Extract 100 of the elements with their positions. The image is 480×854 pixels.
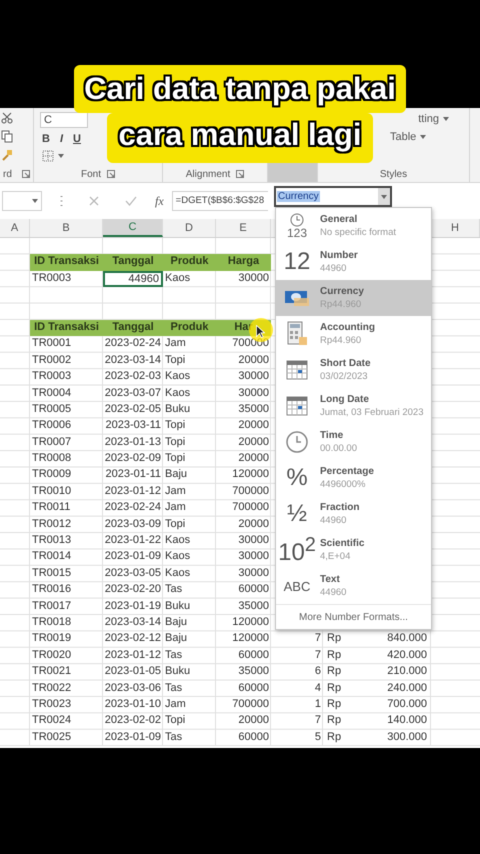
table-cell-text: 700000: [231, 696, 270, 712]
table-cell-text: 20000: [237, 516, 270, 532]
table-cell[interactable]: 2023-03-14: [103, 614, 163, 632]
format-glyph: 123: [286, 227, 308, 239]
table-cell-text: TR0023: [31, 696, 72, 712]
table-cell-text: TR0006: [31, 418, 72, 434]
table-cell-text: 700000: [231, 500, 270, 516]
table-cell-text: Tas: [164, 648, 184, 663]
table-cell-text: 840.000: [387, 631, 427, 646]
calendar-icon: [286, 395, 308, 417]
table-cell[interactable]: 2023-01-05: [103, 664, 163, 681]
check-icon[interactable]: [125, 196, 137, 206]
table-cell[interactable]: 2023-03-06: [103, 680, 163, 697]
paintbrush-icon[interactable]: [1, 149, 13, 161]
column-header[interactable]: A: [0, 219, 30, 237]
format-option[interactable]: % Percentage 4496000%: [276, 460, 431, 496]
currency-symbol: Rp: [327, 648, 342, 663]
format-option[interactable]: Time 00.00.00: [276, 424, 431, 460]
table-cell-text: TR0025: [31, 730, 72, 745]
format-option[interactable]: Short Date 03/02/2023: [276, 352, 431, 388]
font-name-field[interactable]: C: [40, 112, 88, 128]
scissors-icon[interactable]: [1, 112, 13, 124]
column-header[interactable]: C: [103, 219, 163, 237]
table-cell-text: Topi: [164, 451, 186, 466]
table-cell-text: Kaos: [164, 270, 192, 286]
group-label: rd: [3, 168, 12, 180]
format-button[interactable]: I: [56, 132, 68, 146]
launcher-icon[interactable]: [22, 170, 30, 178]
launcher-icon[interactable]: [107, 170, 115, 178]
table-cell[interactable]: 2023-02-09: [103, 451, 163, 468]
copy-icon[interactable]: [1, 130, 13, 143]
table-cell[interactable]: 2023-03-05: [103, 566, 163, 582]
table-cell[interactable]: 2023-01-09: [103, 549, 163, 566]
table-cell[interactable]: 2023-01-22: [103, 533, 163, 550]
table-cell[interactable]: 2023-03-07: [103, 386, 163, 402]
table-cell-text: 35000: [237, 598, 270, 614]
table-cell[interactable]: 2023-01-11: [103, 467, 163, 484]
table-cell-text: 120000: [231, 631, 270, 646]
table-cell-text: Topi: [164, 418, 186, 434]
column-header[interactable]: D: [163, 219, 216, 237]
table-cell-text: 60000: [237, 582, 270, 598]
table-cell[interactable]: 2023-01-13: [103, 434, 163, 452]
more-formats-link[interactable]: More Number Formats...: [276, 604, 431, 629]
table-cell[interactable]: 2023-01-09: [103, 730, 163, 746]
table-cell[interactable]: 2023-02-05: [103, 402, 163, 418]
table-cell[interactable]: 2023-02-24: [103, 500, 163, 517]
table-cell-text: TR0011: [31, 500, 72, 516]
table-cell-text: 120000: [231, 467, 270, 482]
table-cell[interactable]: 2023-03-14: [103, 352, 163, 370]
table-cell[interactable]: 2023-01-12: [103, 484, 163, 500]
launcher-icon[interactable]: [236, 170, 244, 178]
table-cell[interactable]: 2023-03-09: [103, 516, 163, 534]
format-option[interactable]: 10$^{2}$ Scientific 4,E+04: [276, 532, 431, 568]
group-label: Styles: [380, 168, 408, 180]
group-label: Font: [80, 168, 101, 180]
table-cell-text: Kaos: [164, 566, 192, 581]
number-format-dropdown[interactable]: Currency: [274, 186, 392, 207]
format-glyph: ½: [286, 502, 307, 526]
formula-field[interactable]: =DGET($B$6:$G$28: [172, 191, 268, 211]
table-cell[interactable]: 2023-02-24: [103, 336, 163, 353]
caret-icon: [420, 135, 426, 139]
calendar-icon: [286, 359, 308, 381]
table-cell[interactable]: 2023-03-11: [103, 418, 163, 435]
format-button[interactable]: B: [38, 132, 54, 146]
format-option[interactable]: Long Date Jumat, 03 Februari 2023: [276, 388, 431, 424]
table-cell-text: TR0001: [31, 336, 72, 352]
column-header[interactable]: E: [216, 219, 271, 237]
table-cell-text: 60000: [237, 648, 270, 663]
table-cell[interactable]: 44960: [103, 270, 163, 288]
table-cell[interactable]: 2023-02-03: [103, 369, 163, 386]
ribbon-button[interactable]: tting: [416, 112, 451, 126]
format-option[interactable]: Accounting Rp44.960: [276, 316, 431, 352]
table-cell-text: TR0013: [31, 533, 72, 548]
table-cell-text: Tas: [164, 730, 184, 745]
currency-symbol: Rp: [327, 631, 342, 646]
table-cell-text: TR0024: [31, 713, 72, 728]
table-cell-text: 4: [314, 680, 322, 696]
currency-symbol: Rp: [327, 696, 342, 712]
table-cell[interactable]: 2023-01-10: [103, 696, 163, 714]
table-cell[interactable]: 2023-01-12: [103, 648, 163, 664]
table-cell[interactable]: 2023-01-19: [103, 598, 163, 615]
format-option[interactable]: 123 General No specific format: [276, 208, 431, 244]
borders-icon[interactable]: [42, 150, 54, 162]
column-heading: Harga: [216, 254, 271, 271]
insert-function-button[interactable]: fx: [155, 194, 164, 208]
table-cell-text: Buku: [164, 402, 192, 417]
table-cell-text: 210.000: [387, 664, 427, 680]
table-cell[interactable]: 2023-02-12: [103, 631, 163, 648]
table-cell[interactable]: 2023-02-02: [103, 713, 163, 730]
table-cell-text: TR0003: [31, 369, 72, 384]
table-cell-text: Jam: [164, 336, 187, 352]
table-cell-text: 30000: [237, 549, 270, 564]
table-cell-text: Kaos: [164, 549, 192, 564]
table-cell-text: Baju: [164, 614, 188, 630]
table-cell-text: Kaos: [164, 369, 192, 384]
format-option[interactable]: ½ Fraction 44960: [276, 496, 431, 532]
banknote-icon: [284, 289, 310, 307]
ribbon-button[interactable]: Table: [388, 130, 428, 144]
table-cell[interactable]: 2023-02-20: [103, 582, 163, 599]
format-button[interactable]: U: [69, 132, 85, 146]
